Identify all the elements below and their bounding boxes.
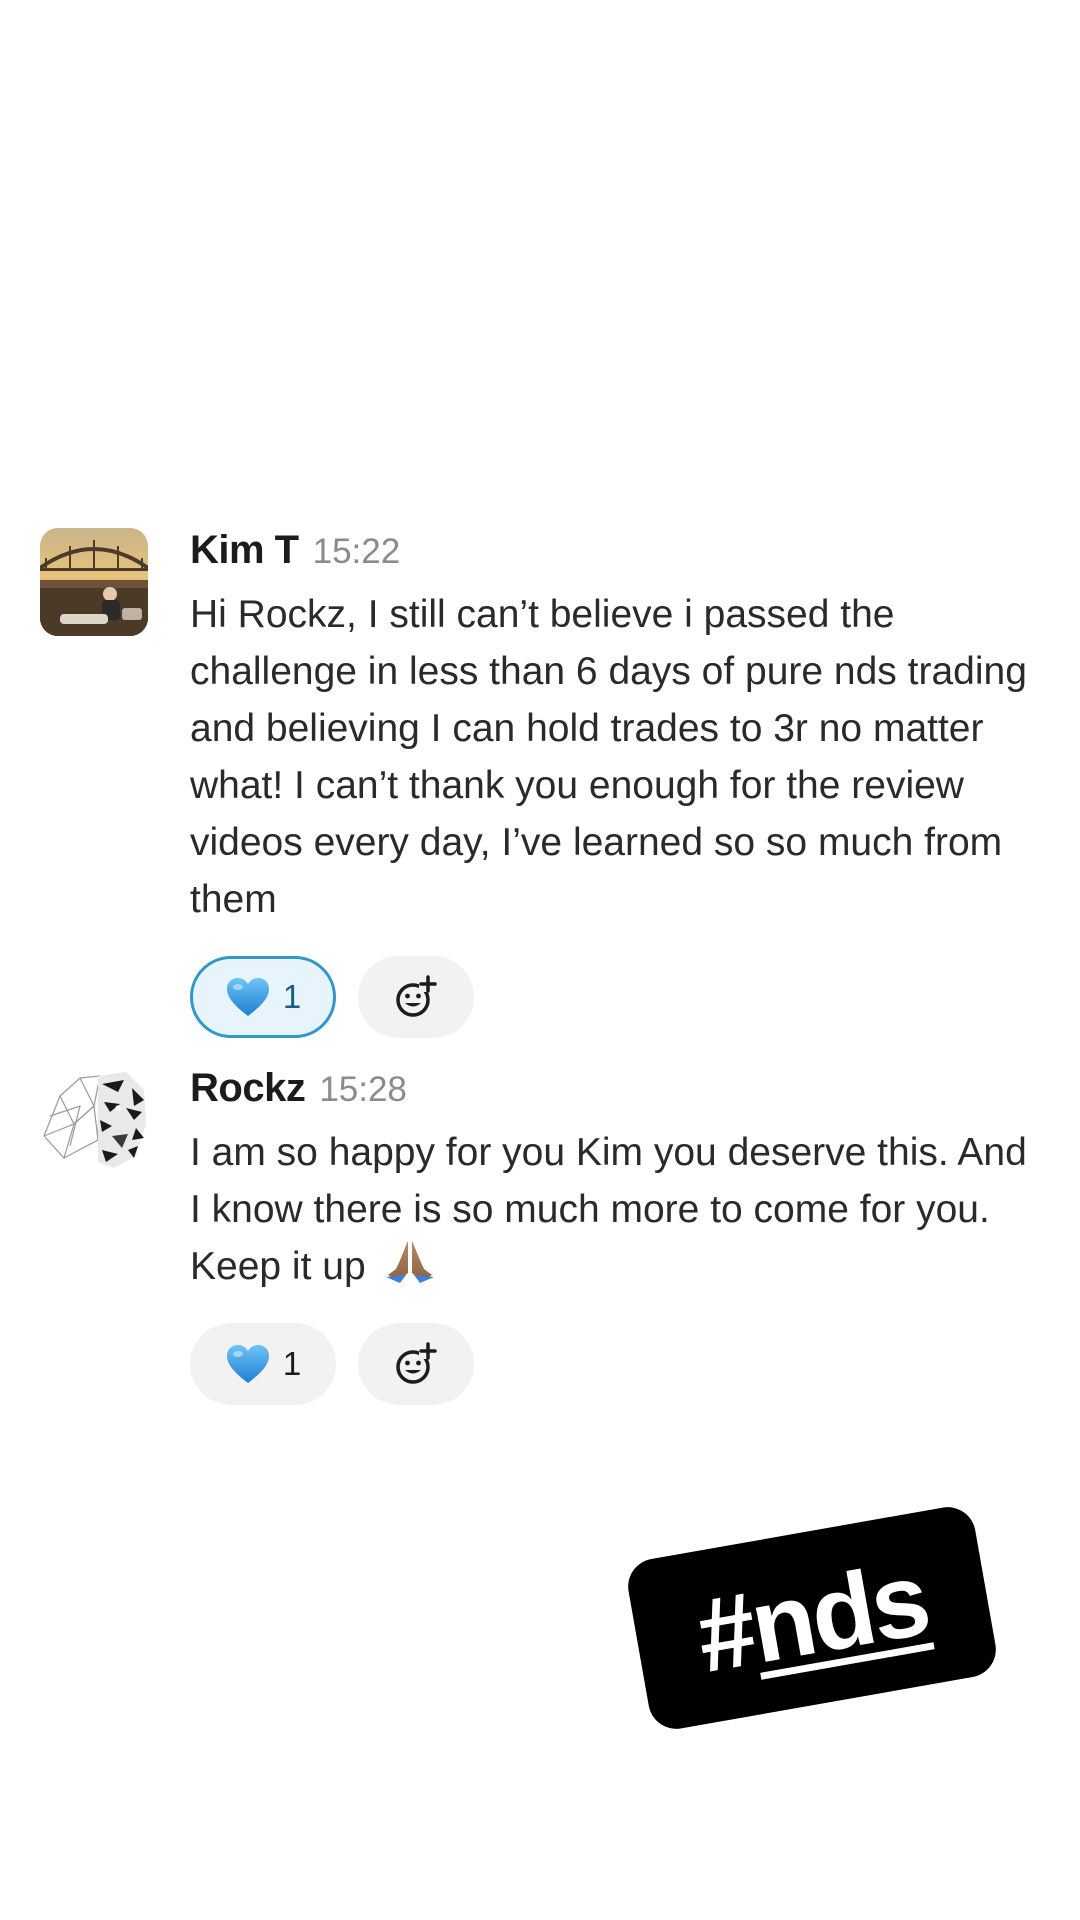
reaction-blue-heart[interactable]: 1: [190, 1323, 336, 1405]
message-text: I am so happy for you Kim you deserve th…: [190, 1131, 1027, 1288]
avatar-kim[interactable]: [40, 528, 148, 636]
author-name[interactable]: Kim T: [190, 528, 299, 573]
timestamp[interactable]: 15:22: [313, 532, 401, 572]
add-reaction-icon: [396, 1342, 437, 1384]
add-reaction-button[interactable]: [358, 956, 474, 1038]
message-text-container: I am so happy for you Kim you deserve th…: [190, 1124, 1040, 1295]
reaction-count: 1: [282, 1345, 302, 1382]
author-name[interactable]: Rockz: [190, 1066, 306, 1111]
message-body: Rockz 15:28 I am so happy for you Kim yo…: [190, 1066, 1040, 1405]
reactions-bar: 1: [190, 956, 1040, 1038]
hashtag-word: nds: [742, 1540, 936, 1686]
message-body: Kim T 15:22 Hi Rockz, I still can’t beli…: [190, 528, 1040, 1038]
hashtag-sticker[interactable]: #nds: [623, 1502, 1001, 1734]
reaction-count: 1: [282, 978, 302, 1015]
reactions-bar: 1: [190, 1323, 1040, 1405]
blue-heart-icon: [226, 978, 269, 1016]
blue-heart-icon: [226, 1345, 269, 1383]
message-meta: Rockz 15:28: [190, 1066, 1040, 1122]
reaction-blue-heart[interactable]: 1: [190, 956, 336, 1038]
add-reaction-icon: [396, 975, 437, 1017]
message-text: Hi Rockz, I still can’t believe i passed…: [190, 593, 1027, 921]
add-reaction-button[interactable]: [358, 1323, 474, 1405]
timestamp[interactable]: 15:28: [319, 1070, 407, 1110]
avatar-rockz[interactable]: [40, 1066, 148, 1174]
message-meta: Kim T 15:22: [190, 528, 1040, 584]
folded-hands-icon: [386, 1241, 435, 1283]
hashtag-text: #nds: [688, 1541, 935, 1695]
